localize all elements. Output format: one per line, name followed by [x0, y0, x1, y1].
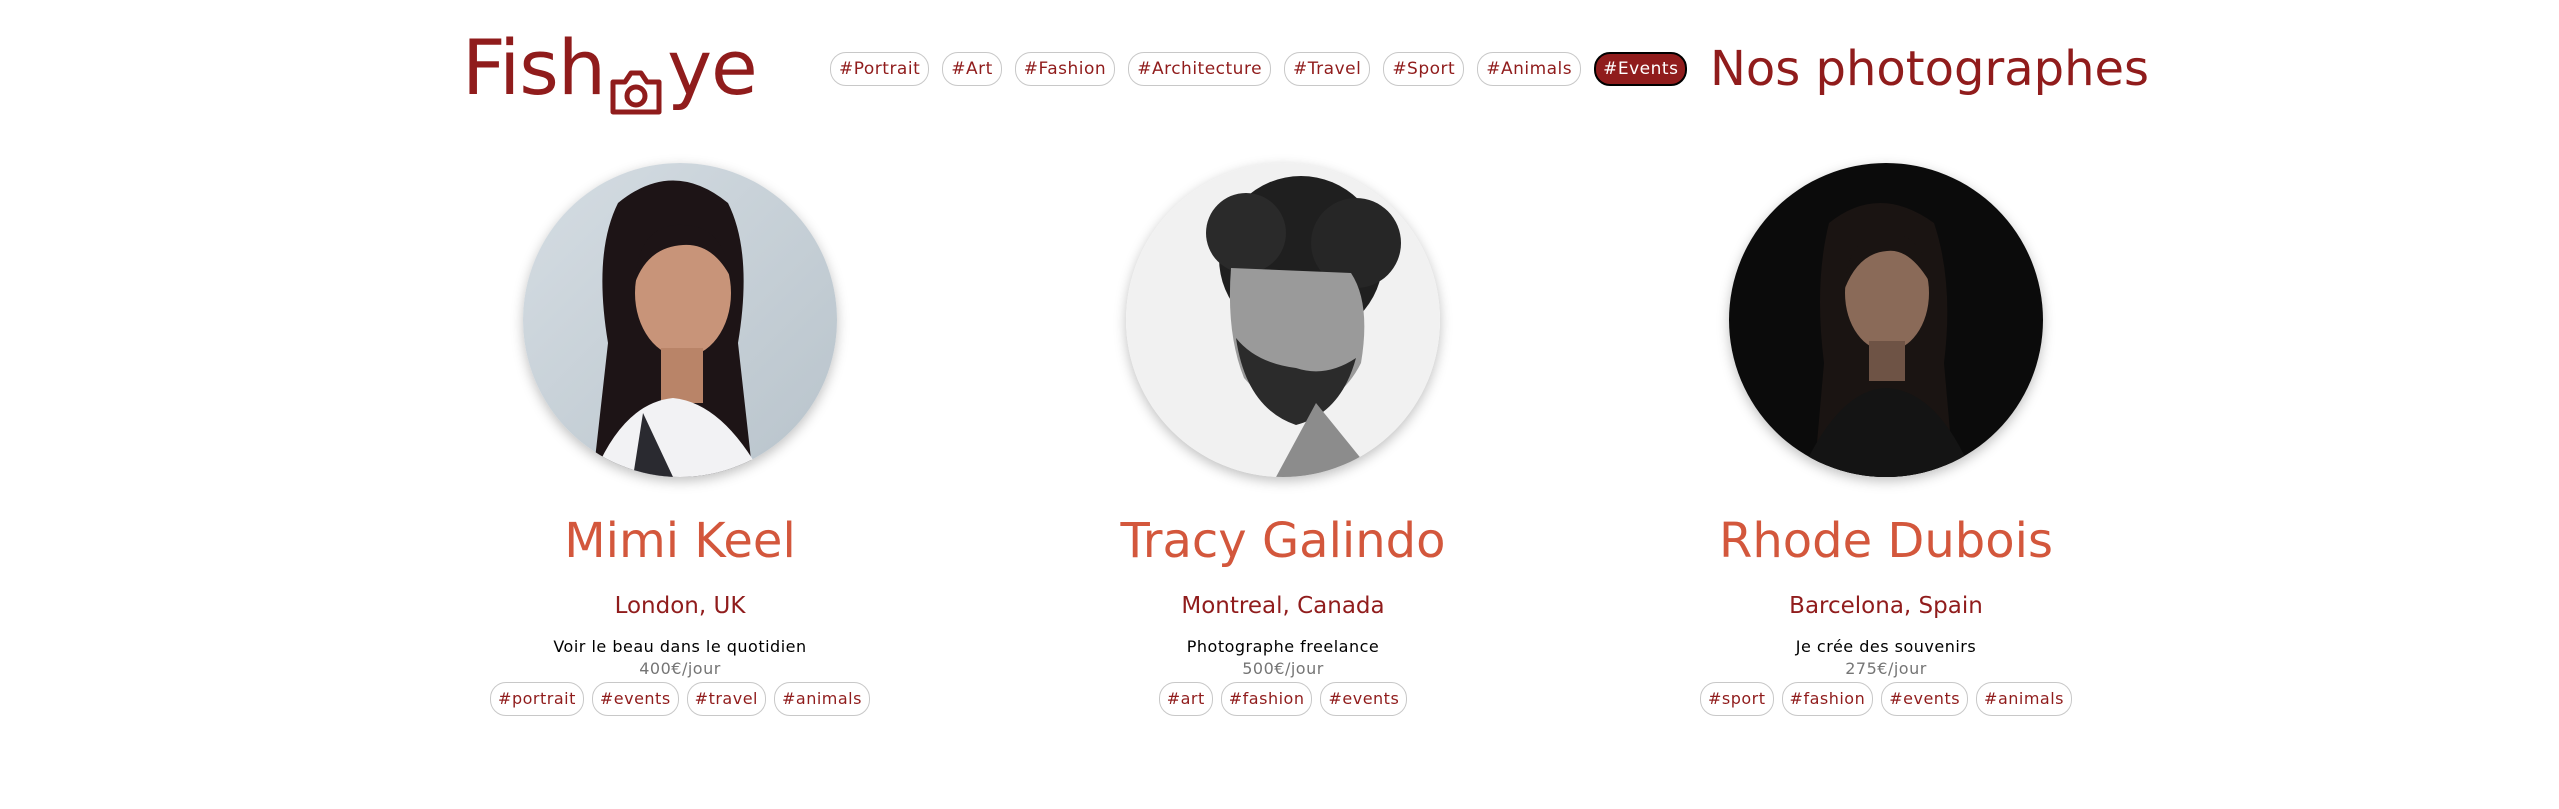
photographer-name[interactable]: Rhode Dubois: [1719, 511, 2053, 571]
photographer-tag[interactable]: #events: [591, 682, 679, 716]
logo-text-start: Fish: [462, 22, 606, 112]
photographer-tag[interactable]: #portrait: [490, 682, 584, 716]
photographer-tagline: Voir le beau dans le quotidien: [553, 637, 807, 656]
filter-tag-animals[interactable]: #Animals: [1477, 52, 1582, 86]
photographer-tag[interactable]: #fashion: [1220, 682, 1313, 716]
photographer-tag[interactable]: #events: [1320, 682, 1408, 716]
photographer-avatar[interactable]: [1729, 163, 2043, 477]
filter-tag-fashion[interactable]: #Fashion: [1014, 52, 1116, 86]
photographer-tags: #art #fashion #events: [1158, 682, 1408, 716]
photographer-location: Montreal, Canada: [1181, 593, 1385, 619]
photographer-tags: #sport #fashion #events #animals: [1699, 682, 2073, 716]
photographer-tag[interactable]: #sport: [1699, 682, 1774, 716]
filter-tag-travel[interactable]: #Travel: [1284, 52, 1371, 86]
filter-tag-architecture[interactable]: #Architecture: [1128, 52, 1272, 86]
filter-tag-events-active[interactable]: #Events: [1594, 52, 1688, 86]
photographer-name[interactable]: Tracy Galindo: [1120, 511, 1445, 571]
photographer-card: Rhode Dubois Barcelona, Spain Je crée de…: [1586, 163, 2186, 716]
filter-tag-portrait[interactable]: #Portrait: [830, 52, 930, 86]
fisheye-logo[interactable]: Fish ye: [462, 22, 758, 115]
photographer-card: Mimi Keel London, UK Voir le beau dans l…: [380, 163, 980, 716]
filter-tag-sport[interactable]: #Sport: [1383, 52, 1465, 86]
photographer-price: 400€/jour: [639, 659, 721, 678]
camera-icon: [609, 45, 663, 115]
photographer-tagline: Je crée des souvenirs: [1795, 637, 1977, 656]
photographer-tag[interactable]: #art: [1158, 682, 1213, 716]
photographer-tag[interactable]: #animals: [773, 682, 870, 716]
photographer-name[interactable]: Mimi Keel: [564, 511, 796, 571]
photographer-price: 500€/jour: [1242, 659, 1324, 678]
page-title: Nos photographes: [1710, 41, 2150, 97]
photographer-tag[interactable]: #fashion: [1781, 682, 1874, 716]
filter-tag-art[interactable]: #Art: [942, 52, 1002, 86]
photographer-tag[interactable]: #travel: [686, 682, 766, 716]
logo-text-end: ye: [667, 22, 758, 112]
tag-filter-nav: #Portrait #Art #Fashion #Architecture #T…: [830, 52, 1688, 86]
photographer-tags: #portrait #events #travel #animals: [490, 682, 870, 716]
photographer-location: Barcelona, Spain: [1789, 593, 1983, 619]
photographer-location: London, UK: [614, 593, 746, 619]
photographer-tagline: Photographe freelance: [1186, 637, 1380, 656]
site-header: Fish ye #Portrait #Art #Fashion #Archite…: [0, 0, 2559, 140]
photographer-card: Tracy Galindo Montreal, Canada Photograp…: [983, 163, 1583, 716]
photographer-avatar[interactable]: [1126, 163, 1440, 477]
photographer-tag[interactable]: #animals: [1976, 682, 2073, 716]
photographer-price: 275€/jour: [1845, 659, 1927, 678]
photographer-avatar[interactable]: [523, 163, 837, 477]
photographer-tag[interactable]: #events: [1881, 682, 1969, 716]
